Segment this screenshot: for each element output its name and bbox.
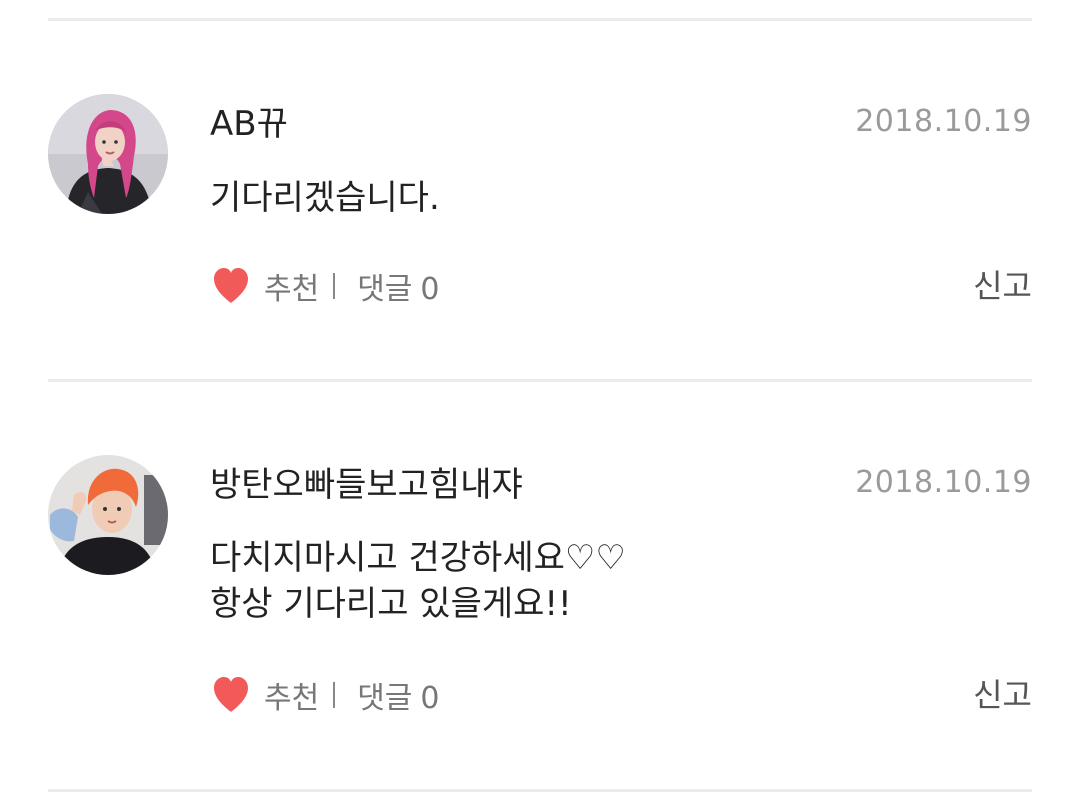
divider [48, 789, 1032, 792]
report-button[interactable]: 신고 [973, 672, 1032, 718]
comment-text: 기다리겠습니다. [210, 178, 440, 218]
separator [333, 273, 336, 299]
comment-date: 2018.10.19 [855, 465, 1032, 500]
reply-label: 댓글 [357, 272, 413, 307]
comment-list: AB뀨 2018.10.19 기다리겠습니다. 추천 댓글 0 신고 방탄오빠들… [0, 0, 1080, 810]
avatar[interactable] [48, 455, 168, 575]
comment-actions: 추천 댓글 0 [210, 672, 440, 718]
avatar-image-orange-hair [48, 455, 168, 575]
recommend-button[interactable]: 추천 [264, 264, 319, 308]
comment-actions: 추천 댓글 0 [210, 263, 440, 309]
avatar-image-pink-hair [48, 94, 168, 214]
recommend-button[interactable]: 추천 [264, 673, 319, 717]
reply-button[interactable]: 댓글 0 [357, 673, 439, 717]
avatar[interactable] [48, 94, 168, 214]
reply-count: 0 [420, 272, 440, 307]
reply-label: 댓글 [357, 681, 413, 716]
comment-author[interactable]: 방탄오빠들보고힘내쟈 [210, 465, 523, 505]
reply-count: 0 [420, 681, 440, 716]
comment-date: 2018.10.19 [855, 104, 1032, 139]
comment-text: 다치지마시고 건강하세요♡♡ 항상 기다리고 있을게요!! [210, 538, 626, 624]
divider [48, 379, 1032, 382]
divider [48, 18, 1032, 21]
comment-author[interactable]: AB뀨 [210, 104, 288, 144]
heart-icon[interactable] [210, 265, 252, 307]
heart-icon[interactable] [210, 674, 252, 716]
report-button[interactable]: 신고 [973, 263, 1032, 309]
reply-button[interactable]: 댓글 0 [357, 264, 439, 308]
separator [333, 682, 336, 708]
